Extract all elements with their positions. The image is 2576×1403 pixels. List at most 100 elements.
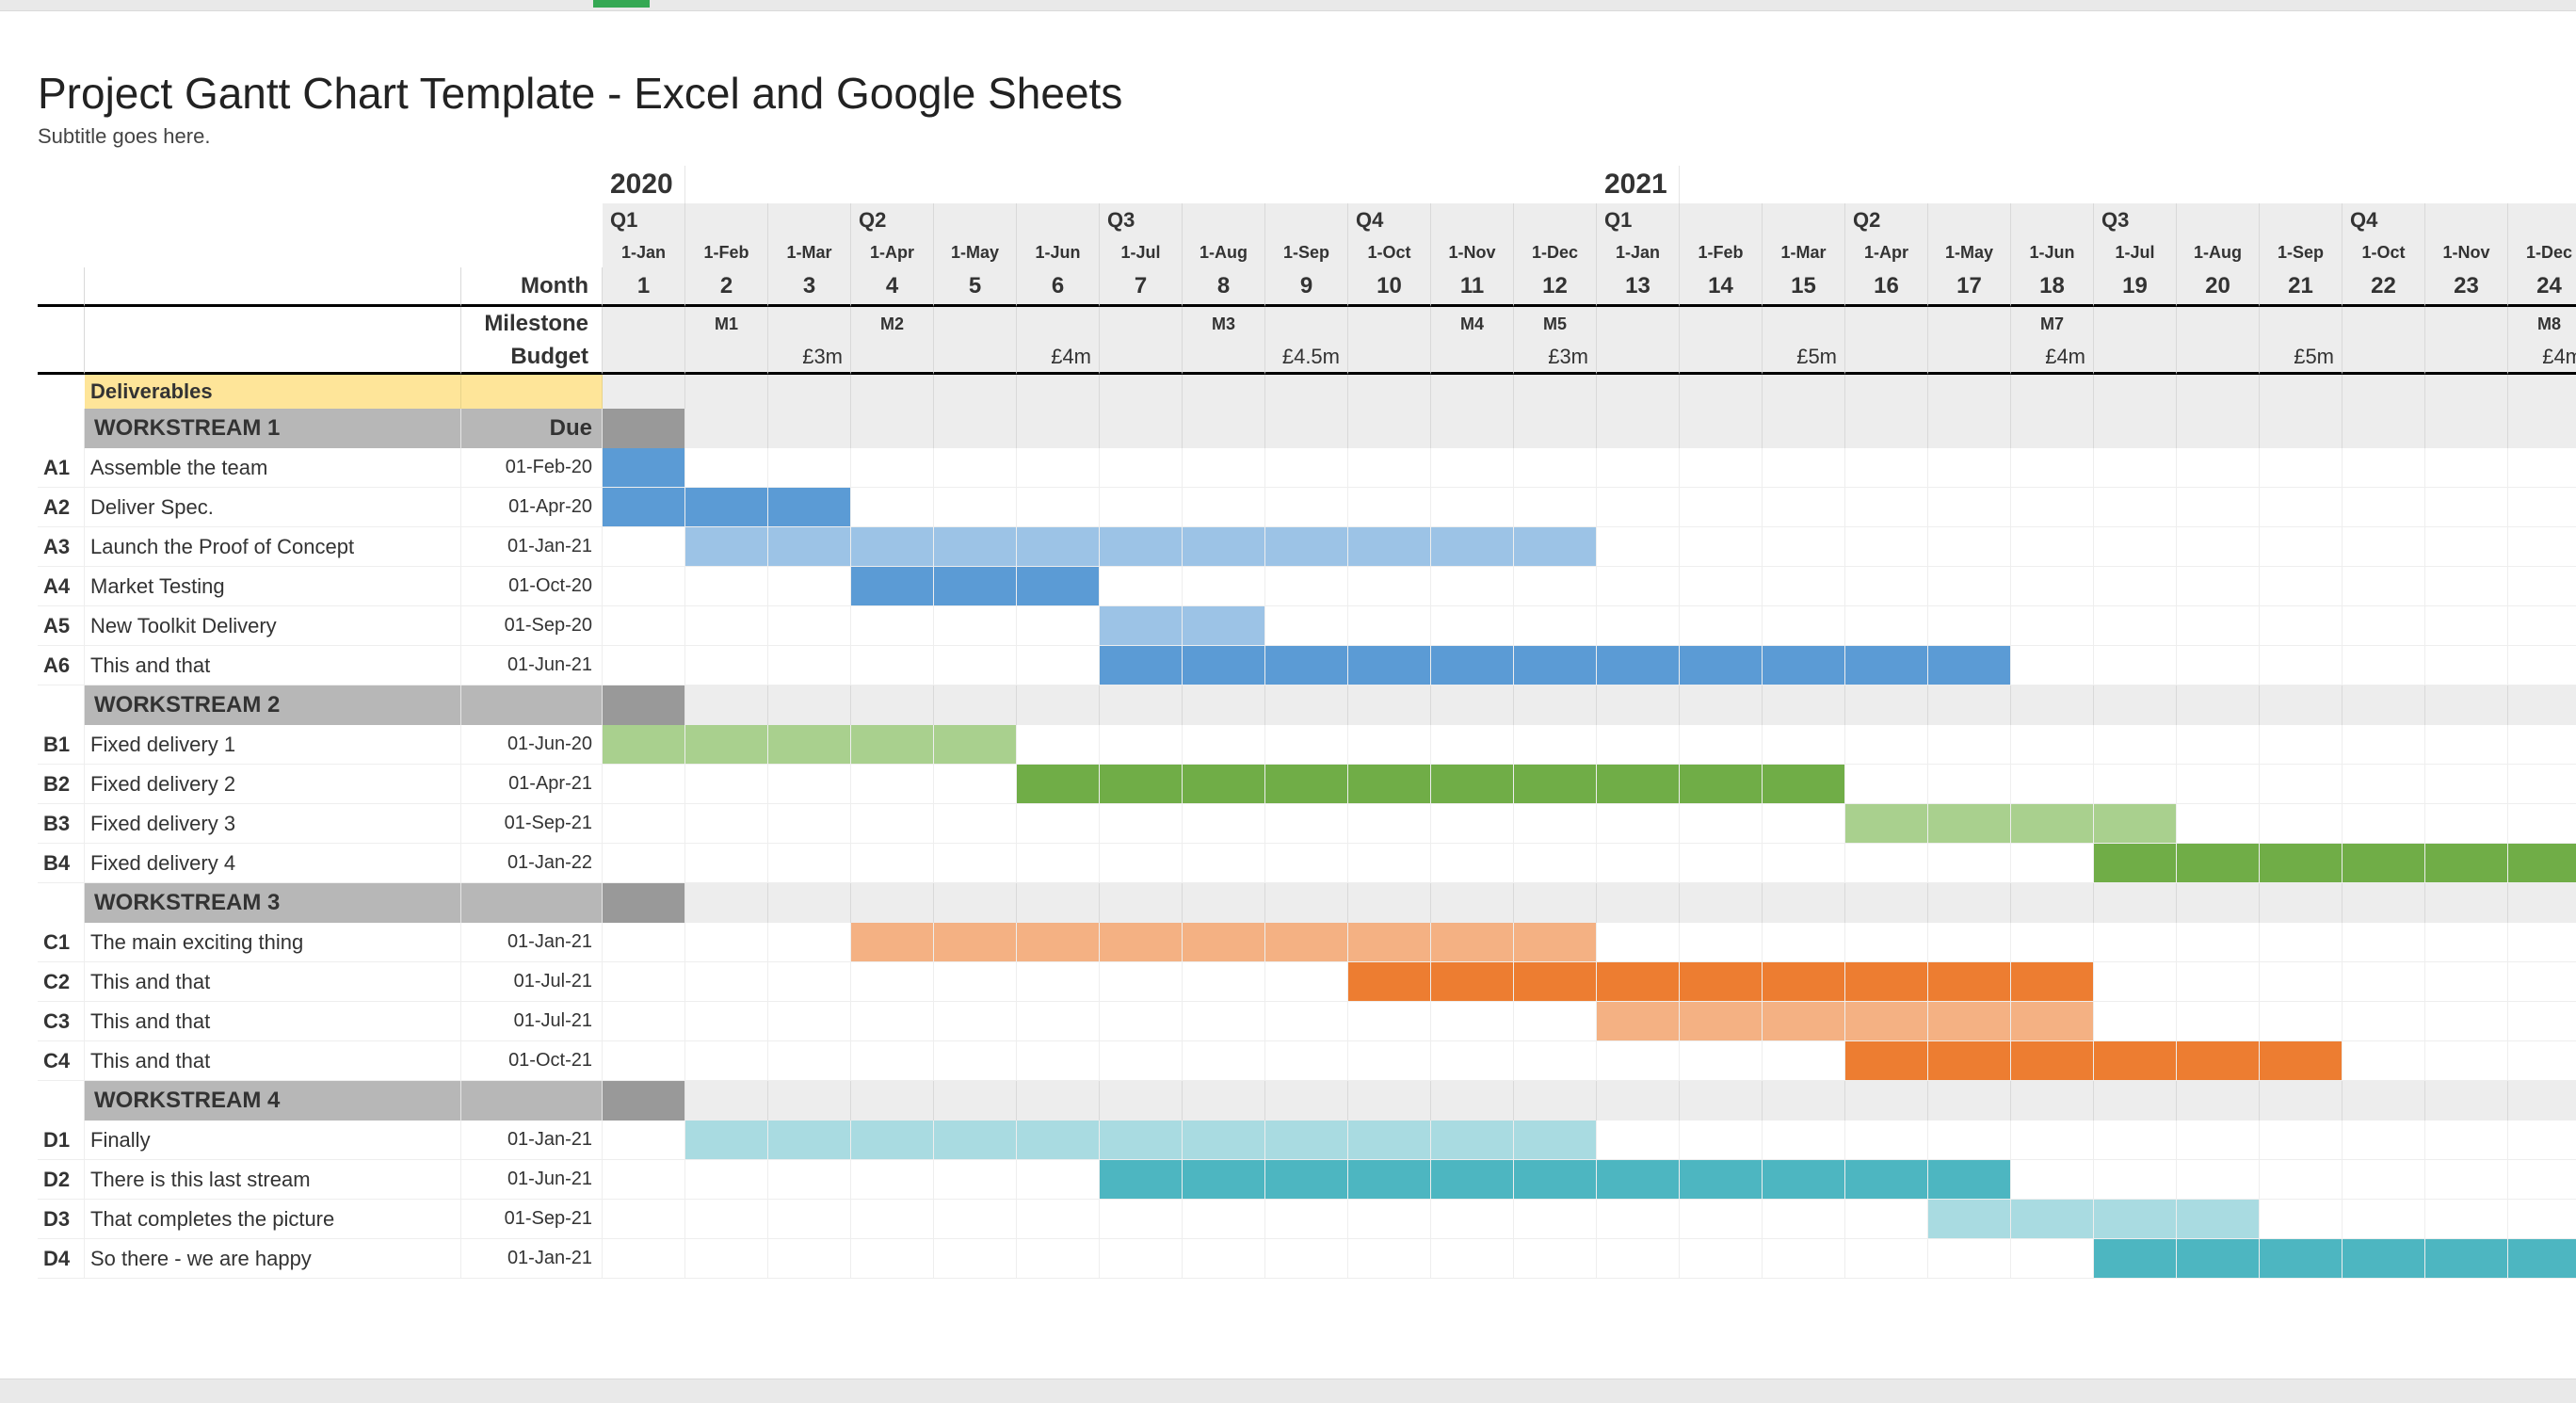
gantt-cell[interactable] [1845,1200,1928,1239]
gantt-cell[interactable] [934,1200,1017,1239]
gantt-cell[interactable] [1183,923,1265,962]
gantt-bar[interactable] [1928,1160,2010,1199]
gantt-cell[interactable] [2425,1160,2508,1200]
gantt-cell[interactable] [2425,1002,2508,1041]
gantt-cell[interactable] [934,725,1017,765]
gantt-bar[interactable] [1348,923,1430,961]
gantt-cell[interactable] [1763,646,1845,685]
gantt-cell[interactable] [2094,1200,2177,1239]
gantt-cell[interactable] [1680,646,1763,685]
gantt-cell[interactable] [2425,962,2508,1002]
gantt-cell[interactable] [1348,1002,1431,1041]
gantt-cell[interactable] [1763,527,1845,567]
gantt-cell[interactable] [2425,567,2508,606]
gantt-cell[interactable] [1348,765,1431,804]
gantt-cell[interactable] [2094,448,2177,488]
gantt-cell[interactable] [1265,1200,1348,1239]
gantt-cell[interactable] [1183,1160,1265,1200]
gantt-cell[interactable] [1845,804,1928,844]
gantt-cell[interactable] [2508,488,2576,527]
gantt-bar[interactable] [2260,1239,2342,1278]
gantt-cell[interactable] [1265,567,1348,606]
gantt-bar[interactable] [768,488,850,526]
gantt-cell[interactable] [1431,725,1514,765]
gantt-cell[interactable] [2011,765,2094,804]
gantt-cell[interactable] [1763,567,1845,606]
gantt-cell[interactable] [1845,962,1928,1002]
gantt-bar[interactable] [603,448,684,487]
gantt-cell[interactable] [1431,527,1514,567]
gantt-cell[interactable] [1597,1002,1680,1041]
gantt-cell[interactable] [685,725,768,765]
gantt-cell[interactable] [2260,1200,2343,1239]
gantt-bar[interactable] [1763,1002,1844,1040]
gantt-bar[interactable] [1431,646,1513,685]
gantt-bar[interactable] [1183,1160,1264,1199]
gantt-cell[interactable] [2425,488,2508,527]
gantt-cell[interactable] [1265,962,1348,1002]
gantt-cell[interactable] [1348,962,1431,1002]
gantt-cell[interactable] [2260,1002,2343,1041]
gantt-bar[interactable] [1680,765,1762,803]
gantt-cell[interactable] [1100,448,1183,488]
gantt-cell[interactable] [1928,1002,2011,1041]
gantt-cell[interactable] [603,606,685,646]
gantt-cell[interactable] [851,923,934,962]
gantt-cell[interactable] [851,527,934,567]
gantt-bar[interactable] [1431,1160,1513,1199]
gantt-bar[interactable] [1514,1160,1596,1199]
gantt-cell[interactable] [768,488,851,527]
gantt-cell[interactable] [685,1041,768,1081]
gantt-cell[interactable] [1928,725,2011,765]
gantt-cell[interactable] [1100,1121,1183,1160]
gantt-bar[interactable] [934,1121,1016,1159]
gantt-cell[interactable] [1514,646,1597,685]
gantt-bar[interactable] [2425,1239,2507,1278]
gantt-bar[interactable] [934,923,1016,961]
gantt-cell[interactable] [1928,606,2011,646]
gantt-cell[interactable] [1514,923,1597,962]
gantt-cell[interactable] [2177,448,2260,488]
gantt-cell[interactable] [685,1121,768,1160]
gantt-cell[interactable] [1597,804,1680,844]
gantt-cell[interactable] [1763,1041,1845,1081]
gantt-bar[interactable] [934,527,1016,566]
gantt-bar[interactable] [1845,962,1927,1001]
gantt-cell[interactable] [768,1041,851,1081]
gantt-cell[interactable] [1100,1002,1183,1041]
gantt-cell[interactable] [685,448,768,488]
gantt-cell[interactable] [2011,844,2094,883]
gantt-cell[interactable] [1763,488,1845,527]
gantt-bar[interactable] [1348,765,1430,803]
gantt-bar[interactable] [1597,765,1679,803]
gantt-cell[interactable] [2343,725,2425,765]
gantt-bar[interactable] [685,527,767,566]
gantt-cell[interactable] [2094,1002,2177,1041]
gantt-cell[interactable] [1928,1041,2011,1081]
gantt-bar[interactable] [1017,923,1099,961]
gantt-bar[interactable] [851,725,933,764]
gantt-cell[interactable] [2260,527,2343,567]
gantt-cell[interactable] [1514,962,1597,1002]
gantt-cell[interactable] [1514,527,1597,567]
gantt-cell[interactable] [2094,962,2177,1002]
gantt-bar[interactable] [1431,923,1513,961]
gantt-cell[interactable] [2260,1239,2343,1279]
gantt-bar[interactable] [1763,765,1844,803]
gantt-cell[interactable] [1680,567,1763,606]
gantt-cell[interactable] [1431,606,1514,646]
gantt-cell[interactable] [1348,1200,1431,1239]
gantt-cell[interactable] [1928,765,2011,804]
gantt-cell[interactable] [603,448,685,488]
gantt-bar[interactable] [1845,804,1927,843]
gantt-cell[interactable] [2177,527,2260,567]
gantt-cell[interactable] [2260,844,2343,883]
gantt-cell[interactable] [1928,1121,2011,1160]
gantt-cell[interactable] [2177,646,2260,685]
gantt-cell[interactable] [603,844,685,883]
gantt-cell[interactable] [1017,1121,1100,1160]
gantt-cell[interactable] [2094,1160,2177,1200]
gantt-cell[interactable] [2508,606,2576,646]
gantt-bar[interactable] [1431,765,1513,803]
gantt-cell[interactable] [2425,646,2508,685]
